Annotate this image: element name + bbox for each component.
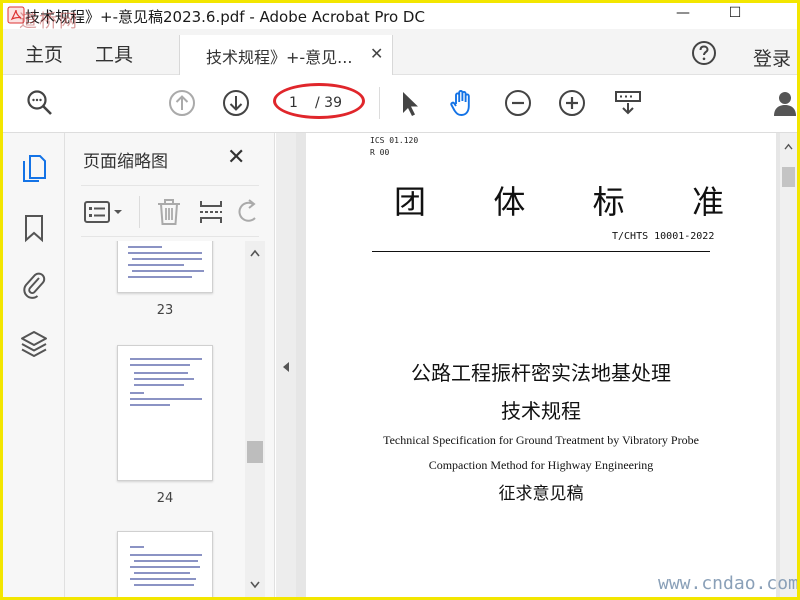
panel-toolbar (81, 185, 259, 237)
menu-tab-bar: 主页 工具 技术规程》+-意见... ✕ 登录 (3, 29, 797, 75)
panel-toolbar-divider (139, 196, 140, 228)
hand-tool-icon[interactable] (447, 88, 477, 118)
thumbnail-page-number: 23 (156, 303, 174, 318)
thumbnail-text-line (134, 560, 198, 562)
zoom-out-icon[interactable] (503, 88, 533, 118)
search-icon[interactable] (25, 88, 55, 118)
left-navigation-rail (3, 133, 65, 597)
insert-page-icon[interactable] (197, 198, 225, 226)
tools-tab[interactable]: 工具 (95, 40, 133, 67)
watermark-bottom-right: www.cndao.com (658, 573, 799, 594)
document-tab[interactable]: 技术规程》+-意见... ✕ (179, 35, 393, 75)
attachments-icon[interactable] (20, 269, 48, 299)
standard-number: T/CHTS 10001-2022 (612, 231, 715, 242)
thumbnail-text-line (130, 554, 202, 556)
previous-page-icon[interactable] (167, 88, 197, 118)
thumbnail-text-line (130, 566, 200, 568)
thumbnail-text-line (128, 276, 192, 278)
rotate-page-icon[interactable] (235, 198, 259, 226)
heading-char: 准 (691, 183, 724, 221)
ics-code: ICS 01.120 R 00 (370, 135, 418, 159)
thumbnail-text-line (130, 404, 170, 406)
scroll-down-icon[interactable] (250, 581, 260, 589)
ics-number: ICS 01.120 (370, 136, 419, 145)
document-title-cn-line1: 公路工程振杆密实法地基处理 (411, 361, 671, 385)
r-code: R 00 (370, 148, 390, 157)
page-thumbnails-panel: 页面缩略图 ✕ 23 24 (65, 133, 275, 597)
window-title: 技术规程》+-意见稿2023.6.pdf - Adobe Acrobat Pro… (25, 8, 425, 26)
toolbar-divider (379, 87, 380, 119)
thumbnail-text-line (130, 358, 202, 360)
page-thumbnails-icon[interactable] (20, 153, 48, 183)
thumbnail-scrollbar-thumb[interactable] (247, 441, 263, 463)
panel-collapse-handle[interactable] (276, 133, 296, 597)
panel-title: 页面缩略图 (83, 152, 168, 172)
thumbnail-scrollbar[interactable] (245, 241, 265, 597)
help-icon[interactable] (691, 40, 717, 66)
document-scrollbar[interactable] (780, 133, 797, 597)
thumbnail-page-number: 24 (156, 491, 174, 506)
thumbnail-text-line (134, 572, 190, 574)
heading-char: 标 (592, 183, 625, 221)
collapse-left-icon (283, 362, 289, 372)
select-arrow-icon[interactable] (395, 88, 425, 118)
next-page-icon[interactable] (221, 88, 251, 118)
thumbnail-text-line (134, 372, 188, 374)
thumbnail-page-24[interactable] (117, 345, 213, 481)
thumbnail-text-line (130, 364, 190, 366)
maximize-button[interactable]: ☐ (715, 3, 755, 27)
home-tab[interactable]: 主页 (25, 40, 63, 67)
main-toolbar: 1 / 39 (3, 75, 797, 133)
document-scrollbar-thumb[interactable] (782, 167, 795, 187)
document-title-cn-line2: 技术规程 (501, 399, 581, 423)
document-tab-label: 技术规程》+-意见... (206, 48, 353, 67)
page-highlight-oval (273, 83, 365, 119)
scroll-up-icon[interactable] (784, 143, 793, 150)
scroll-up-icon[interactable] (250, 249, 260, 257)
document-title-en-line1: Technical Specification for Ground Treat… (383, 433, 699, 447)
thumbnail-text-line (130, 392, 144, 394)
title-bar: 技术规程》+-意见稿2023.6.pdf - Adobe Acrobat Pro… (3, 3, 797, 29)
thumbnail-text-line (128, 252, 202, 254)
thumbnail-text-line (132, 258, 202, 260)
thumbnail-text-line (130, 398, 202, 400)
share-user-icon[interactable] (773, 88, 800, 118)
thumbnail-text-line (128, 246, 162, 248)
layers-icon[interactable] (20, 329, 48, 359)
thumbnail-text-line (134, 384, 184, 386)
minimize-button[interactable]: — (663, 3, 703, 27)
panel-close-button[interactable]: ✕ (227, 145, 245, 170)
document-tab-close-button[interactable]: ✕ (370, 44, 383, 63)
page-display-icon[interactable] (613, 88, 643, 118)
thumbnail-text-line (134, 584, 194, 586)
zoom-in-icon[interactable] (557, 88, 587, 118)
thumbnail-list: 23 24 (81, 241, 245, 597)
heading-char: 体 (493, 183, 526, 221)
delete-page-icon[interactable] (155, 198, 183, 226)
bookmarks-icon[interactable] (20, 213, 48, 243)
thumbnail-text-line (130, 578, 196, 580)
header-rule (372, 251, 710, 252)
thumbnail-text-line (128, 264, 184, 266)
thumbnail-options-icon[interactable] (83, 198, 125, 226)
pdf-page: ICS 01.120 R 00 团 体 标 准 T/CHTS 10001-202… (306, 133, 776, 597)
thumbnail-text-line (132, 270, 204, 272)
screenshot-frame: 技术规程》+-意见稿2023.6.pdf - Adobe Acrobat Pro… (0, 0, 800, 600)
thumbnail-page-23[interactable] (117, 241, 213, 293)
standard-type-heading: 团 体 标 准 (394, 177, 724, 223)
login-button[interactable]: 登录 (753, 44, 791, 71)
draft-label: 征求意见稿 (498, 484, 584, 504)
thumbnail-text-line (134, 378, 194, 380)
thumbnail-text-line (130, 546, 144, 548)
thumbnail-page-25[interactable] (117, 531, 213, 597)
heading-char: 团 (394, 183, 427, 221)
document-title-en-line2: Compaction Method for Highway Engineerin… (428, 458, 654, 472)
document-view[interactable]: ICS 01.120 R 00 团 体 标 准 T/CHTS 10001-202… (296, 133, 797, 597)
